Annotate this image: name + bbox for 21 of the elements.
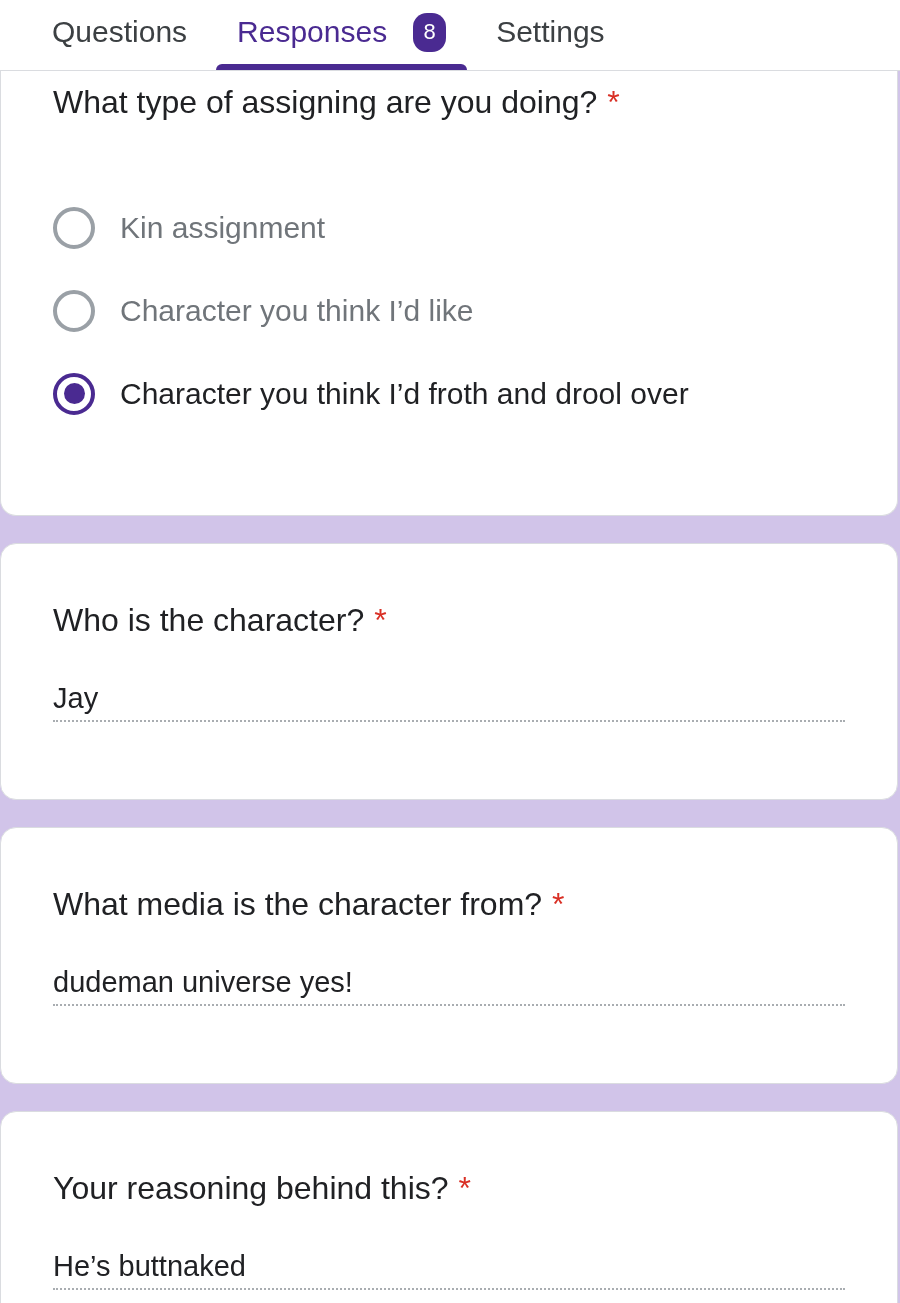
- question-title: What media is the character from?: [53, 886, 543, 922]
- tab[interactable]: Responses 8: [216, 0, 468, 70]
- answer-field[interactable]: He’s buttnaked: [53, 1249, 845, 1290]
- tab[interactable]: Settings: [475, 0, 626, 70]
- radio-button[interactable]: [53, 289, 95, 332]
- question-title: What type of assigning are you doing?: [53, 84, 598, 120]
- option-label: Character you think I’d froth and drool over: [120, 376, 689, 411]
- option-label: Character you think I’d like: [120, 293, 474, 328]
- tab[interactable]: Questions: [31, 0, 209, 70]
- required-asterisk: *: [607, 84, 620, 120]
- radio-button[interactable]: [53, 206, 95, 249]
- count-badge: 8: [413, 12, 447, 52]
- question-title: Your reasoning behind this?: [53, 1170, 449, 1206]
- answer-field[interactable]: dudeman universe yes!: [53, 965, 845, 1006]
- required-asterisk: *: [374, 602, 387, 638]
- question-title: Who is the character?: [53, 602, 365, 638]
- required-asterisk: *: [458, 1170, 471, 1206]
- required-asterisk: *: [552, 886, 565, 922]
- radio-button[interactable]: [53, 372, 95, 415]
- answer-field[interactable]: Jay: [53, 681, 845, 722]
- option-label: Kin assignment: [120, 210, 326, 245]
